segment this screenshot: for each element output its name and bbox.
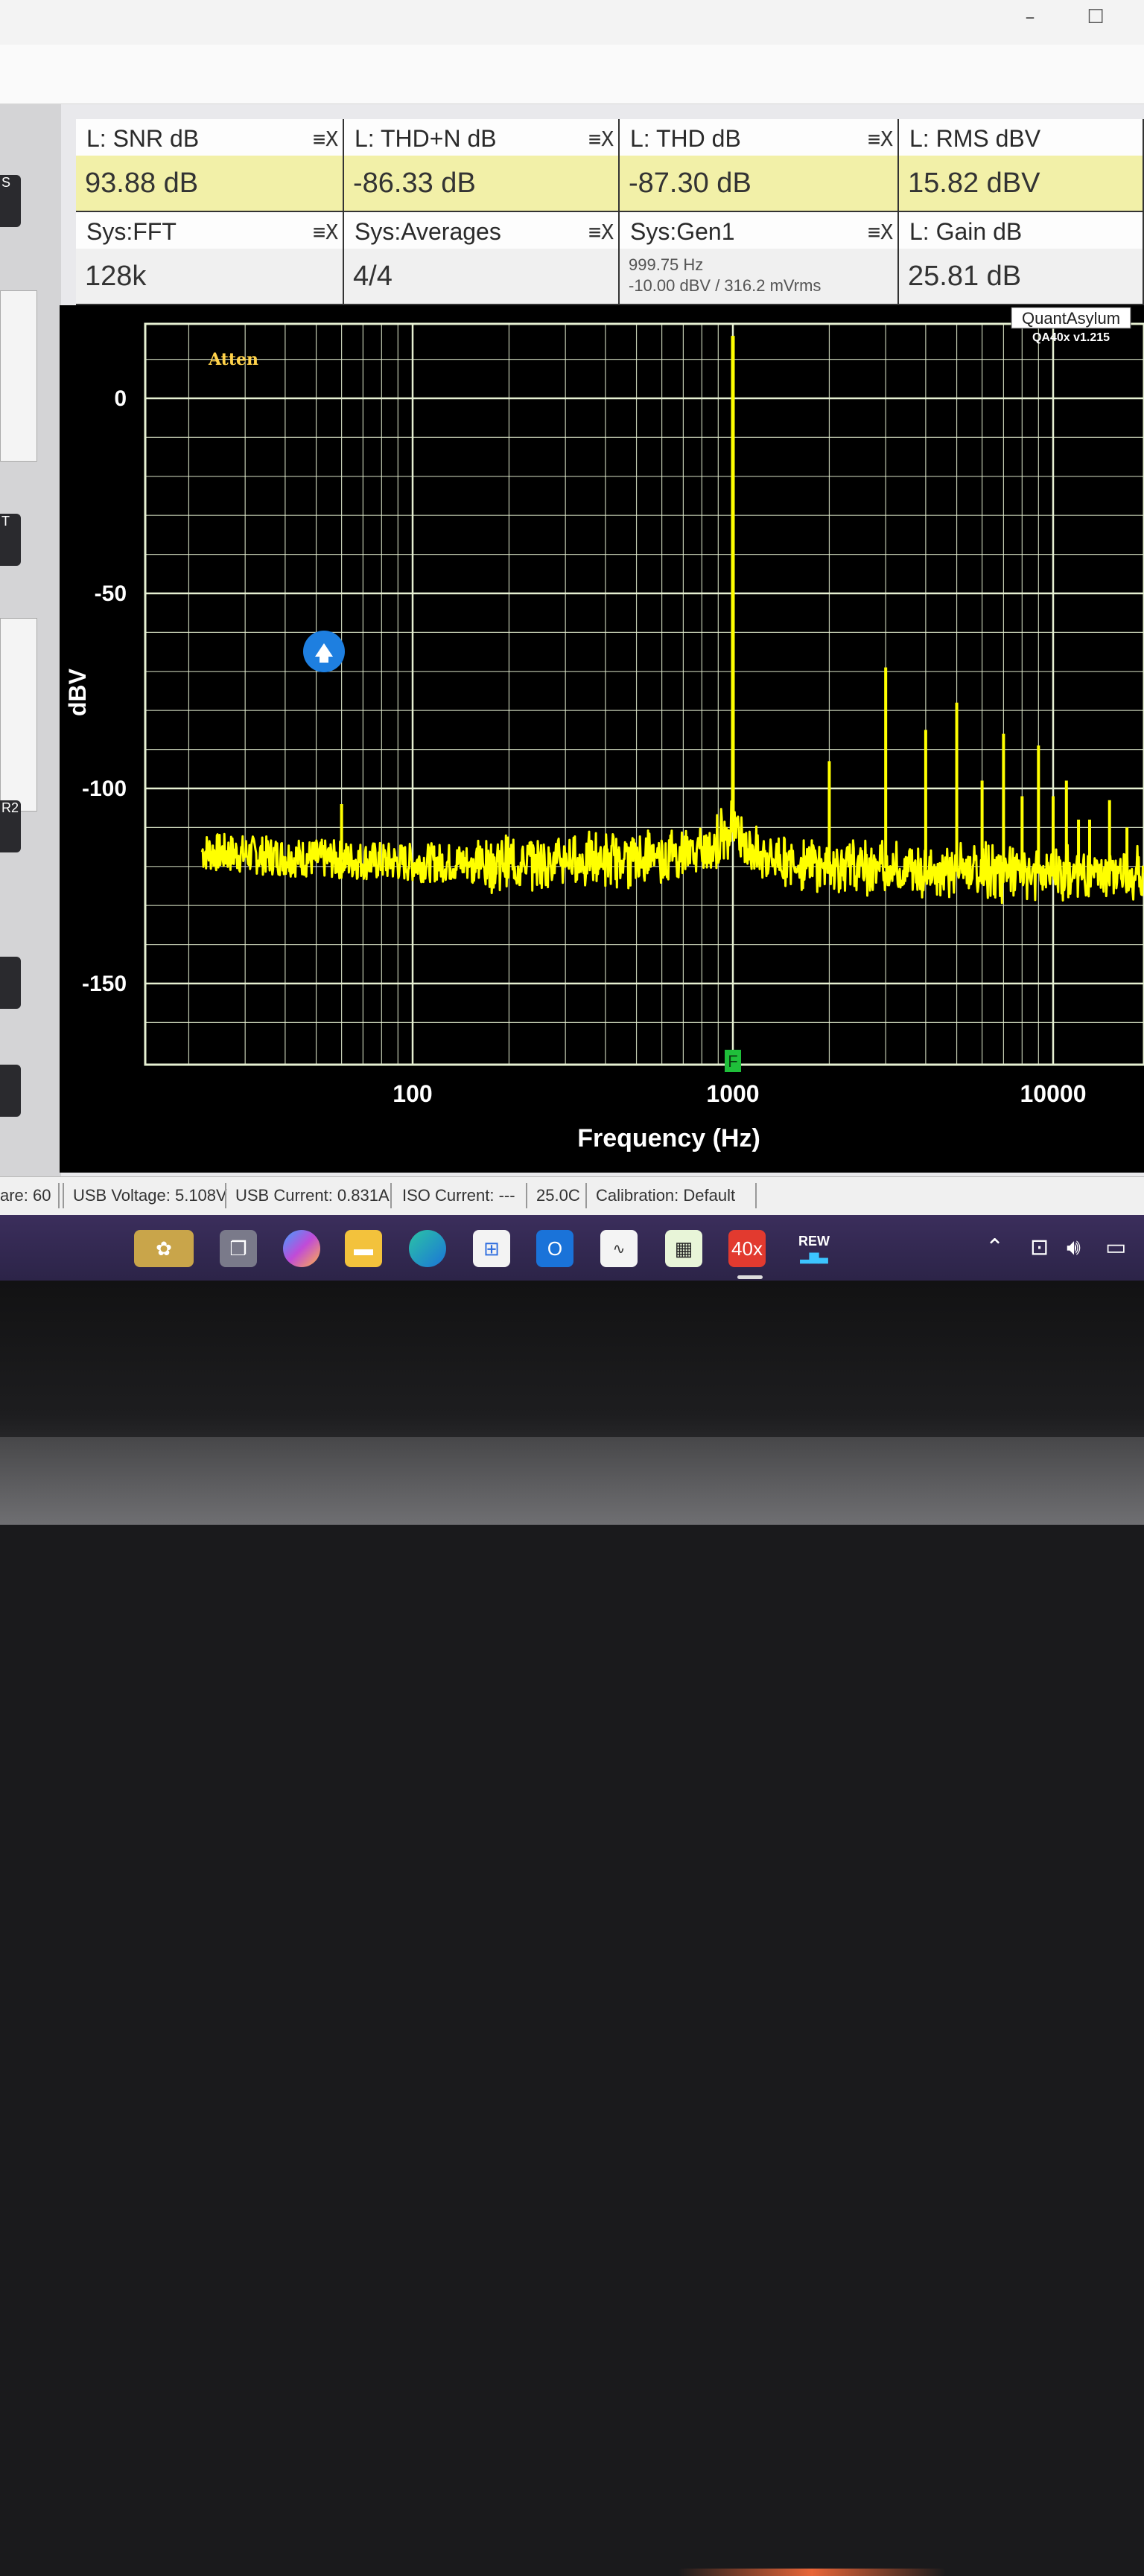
- chevron-up-icon[interactable]: ⌃: [985, 1234, 1004, 1260]
- laptop-edge: [0, 1437, 1144, 1525]
- plot-grid: [144, 322, 1144, 1066]
- meter-title: L: THD+N dB: [355, 125, 497, 152]
- grid-app-icon[interactable]: ▦: [665, 1230, 702, 1267]
- y-tick-label: 0: [114, 386, 127, 411]
- status-temperature: 25.0C: [536, 1186, 580, 1205]
- y-tick-label: -150: [82, 972, 127, 996]
- meter-gen1[interactable]: Sys:Gen1 ≡X 999.75 Hz -10.00 dBV / 316.2…: [620, 212, 899, 305]
- meter-title: Sys:FFT: [86, 218, 177, 245]
- gen-level: -10.00 dBV / 316.2 mVrms: [629, 276, 822, 296]
- task-view-icon[interactable]: ❐: [220, 1230, 257, 1267]
- qa40x-icon-label: 40x: [731, 1237, 763, 1260]
- meter-title: L: RMS dBV: [909, 125, 1041, 152]
- meter-menu-close-icon[interactable]: ≡X: [868, 220, 893, 244]
- plot-border: [144, 322, 1144, 1066]
- status-bar: are: 60 USB Voltage: 5.108V USB Current:…: [0, 1176, 1144, 1215]
- active-app-indicator: [737, 1275, 763, 1279]
- x-tick-label: 1000: [706, 1080, 759, 1107]
- impulse-app-icon[interactable]: ∿: [600, 1230, 638, 1267]
- status-item: are: 60: [0, 1186, 51, 1205]
- left-panel-button[interactable]: S: [0, 175, 21, 227]
- left-panel-section: [0, 618, 37, 812]
- left-panel-button[interactable]: [0, 957, 21, 1009]
- meter-value: 999.75 Hz -10.00 dBV / 316.2 mVrms: [620, 249, 897, 304]
- meter-title: L: Gain dB: [909, 218, 1023, 245]
- copilot-icon[interactable]: [283, 1230, 320, 1267]
- meter-menu-close-icon[interactable]: ≡X: [588, 127, 614, 151]
- meter-value: 128k: [76, 249, 343, 304]
- meter-menu-close-icon[interactable]: ≡X: [313, 220, 338, 244]
- title-bar: – ☐: [0, 0, 1144, 45]
- meter-value: 15.82 dBV: [899, 156, 1143, 211]
- x-axis-labels: 100 1000 10000: [393, 1080, 1086, 1107]
- pin-icon[interactable]: [303, 631, 345, 672]
- fft-plot[interactable]: 0 -50 -100 -150 100 1000 10000 Atten QuantAsy…: [60, 305, 1144, 1173]
- file-explorer-icon[interactable]: ▬: [345, 1230, 382, 1267]
- meter-snr[interactable]: L: SNR dB ≡X 93.88 dB: [76, 119, 344, 212]
- y-tick-label: -100: [82, 777, 127, 801]
- spectrum-trace: [200, 336, 1144, 905]
- screen-glow: [678, 2569, 946, 2576]
- meter-averages[interactable]: Sys:Averages ≡X 4/4: [344, 212, 620, 305]
- taskbar: ✿ ❐ ▬ ⊞ O ∿ ▦ 40x REW ▂▆▃ ⌃ ⊡ 🔊︎ ▭: [0, 1215, 1144, 1281]
- left-panel: S T R2: [0, 104, 61, 1176]
- version-label: QA40x v1.215: [1032, 331, 1110, 344]
- x-axis-title: Frequency (Hz): [577, 1124, 760, 1152]
- toolbar: [0, 45, 1144, 104]
- meter-title: Sys:Averages: [355, 218, 501, 245]
- network-icon[interactable]: ⊡: [1030, 1234, 1049, 1260]
- desktop-widget-icon[interactable]: ✿: [134, 1230, 194, 1267]
- rew-icon-label: REW: [798, 1233, 830, 1249]
- left-panel-button[interactable]: [0, 1065, 21, 1117]
- meter-title: L: THD dB: [630, 125, 741, 152]
- marker-label: F: [728, 1052, 737, 1071]
- store-icon[interactable]: ⊞: [473, 1230, 510, 1267]
- meter-value: -86.33 dB: [344, 156, 618, 211]
- left-panel-section: [0, 290, 37, 462]
- meter-panel: L: SNR dB ≡X 93.88 dB L: THD+N dB ≡X -86…: [76, 119, 1144, 305]
- meter-thd[interactable]: L: THD dB ≡X -87.30 dB: [620, 119, 899, 212]
- meter-menu-close-icon[interactable]: ≡X: [313, 127, 338, 151]
- battery-icon[interactable]: ▭: [1105, 1234, 1126, 1260]
- meter-menu-close-icon[interactable]: ≡X: [868, 127, 893, 151]
- status-iso-current: ISO Current: ---: [402, 1186, 515, 1205]
- x-tick-label: 10000: [1020, 1080, 1087, 1107]
- meter-thdn[interactable]: L: THD+N dB ≡X -86.33 dB: [344, 119, 620, 212]
- brand-logo: QuantAsylum: [1022, 309, 1120, 328]
- status-calibration: Calibration: Default: [596, 1186, 736, 1205]
- edge-icon[interactable]: [409, 1230, 446, 1267]
- maximize-icon[interactable]: ☐: [1084, 6, 1107, 28]
- y-tick-label: -50: [95, 581, 127, 606]
- volume-icon[interactable]: 🔊︎: [1067, 1234, 1081, 1260]
- atten-label: Atten: [208, 350, 258, 369]
- rew-app-icon[interactable]: REW ▂▆▃: [795, 1230, 833, 1267]
- outlook-icon[interactable]: O: [536, 1230, 573, 1267]
- meter-rms[interactable]: L: RMS dBV 15.82 dBV: [899, 119, 1144, 212]
- meter-value: 93.88 dB: [76, 156, 343, 211]
- status-usb-voltage: USB Voltage: 5.108V: [73, 1186, 227, 1205]
- y-axis-title: dBV: [64, 668, 91, 716]
- status-usb-current: USB Current: 0.831A: [235, 1186, 390, 1205]
- left-panel-button[interactable]: R2: [0, 800, 21, 852]
- fft-plot-svg: 0 -50 -100 -150 100 1000 10000 Atten QuantAsy…: [64, 307, 1144, 1152]
- minimize-icon[interactable]: –: [1019, 6, 1041, 28]
- meter-title: L: SNR dB: [86, 125, 200, 152]
- meter-value: 25.81 dB: [899, 249, 1143, 304]
- meter-gain[interactable]: L: Gain dB 25.81 dB: [899, 212, 1144, 305]
- qa40x-app-icon[interactable]: 40x: [728, 1230, 766, 1267]
- meter-fft[interactable]: Sys:FFT ≡X 128k: [76, 212, 344, 305]
- screen: – ☐ S T R2 L: SNR dB ≡X 93.88 dB L: THD+…: [0, 0, 1144, 1281]
- meter-menu-close-icon[interactable]: ≡X: [588, 220, 614, 244]
- meter-value: 4/4: [344, 249, 618, 304]
- left-panel-button[interactable]: T: [0, 514, 21, 566]
- x-tick-label: 100: [393, 1080, 432, 1107]
- gen-frequency: 999.75 Hz: [629, 255, 704, 275]
- meter-value: -87.30 dB: [620, 156, 897, 211]
- meter-title: Sys:Gen1: [630, 218, 735, 245]
- fundamental-marker[interactable]: F: [725, 1050, 741, 1072]
